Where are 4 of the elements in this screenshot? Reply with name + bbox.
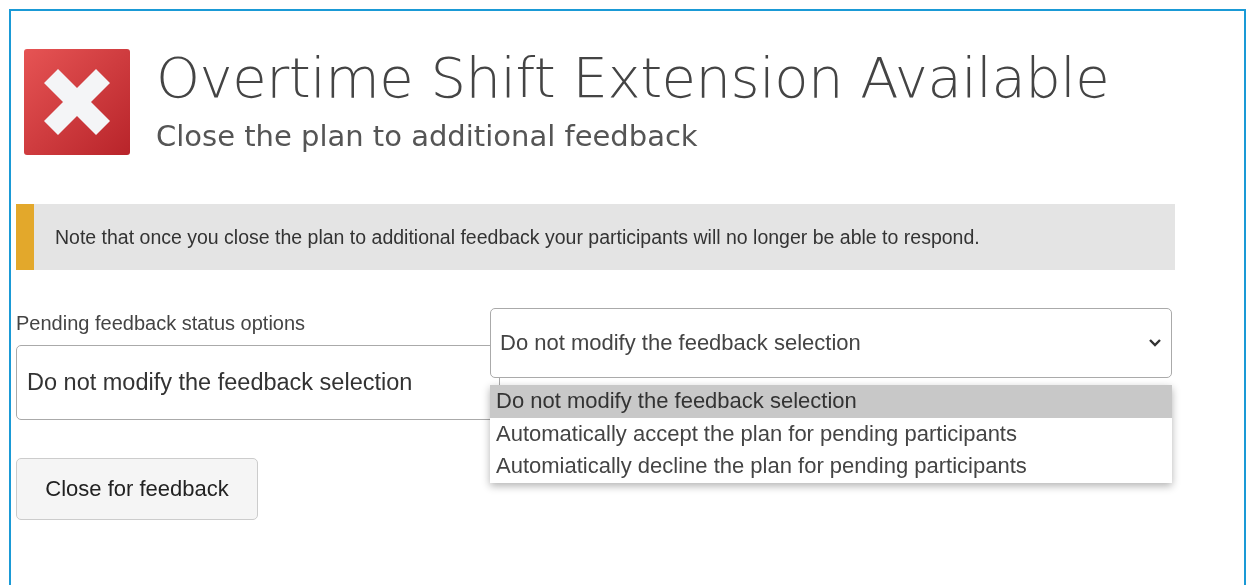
dialog-title: Overtime Shift Extension Available [156,44,1110,112]
field-label: Pending feedback status options [16,312,307,335]
warning-note: Note that once you close the plan to additional feedback your participants will no longer be able to respond. [16,204,1175,270]
dialog-subtitle: Close the plan to additional feedback [156,118,699,155]
